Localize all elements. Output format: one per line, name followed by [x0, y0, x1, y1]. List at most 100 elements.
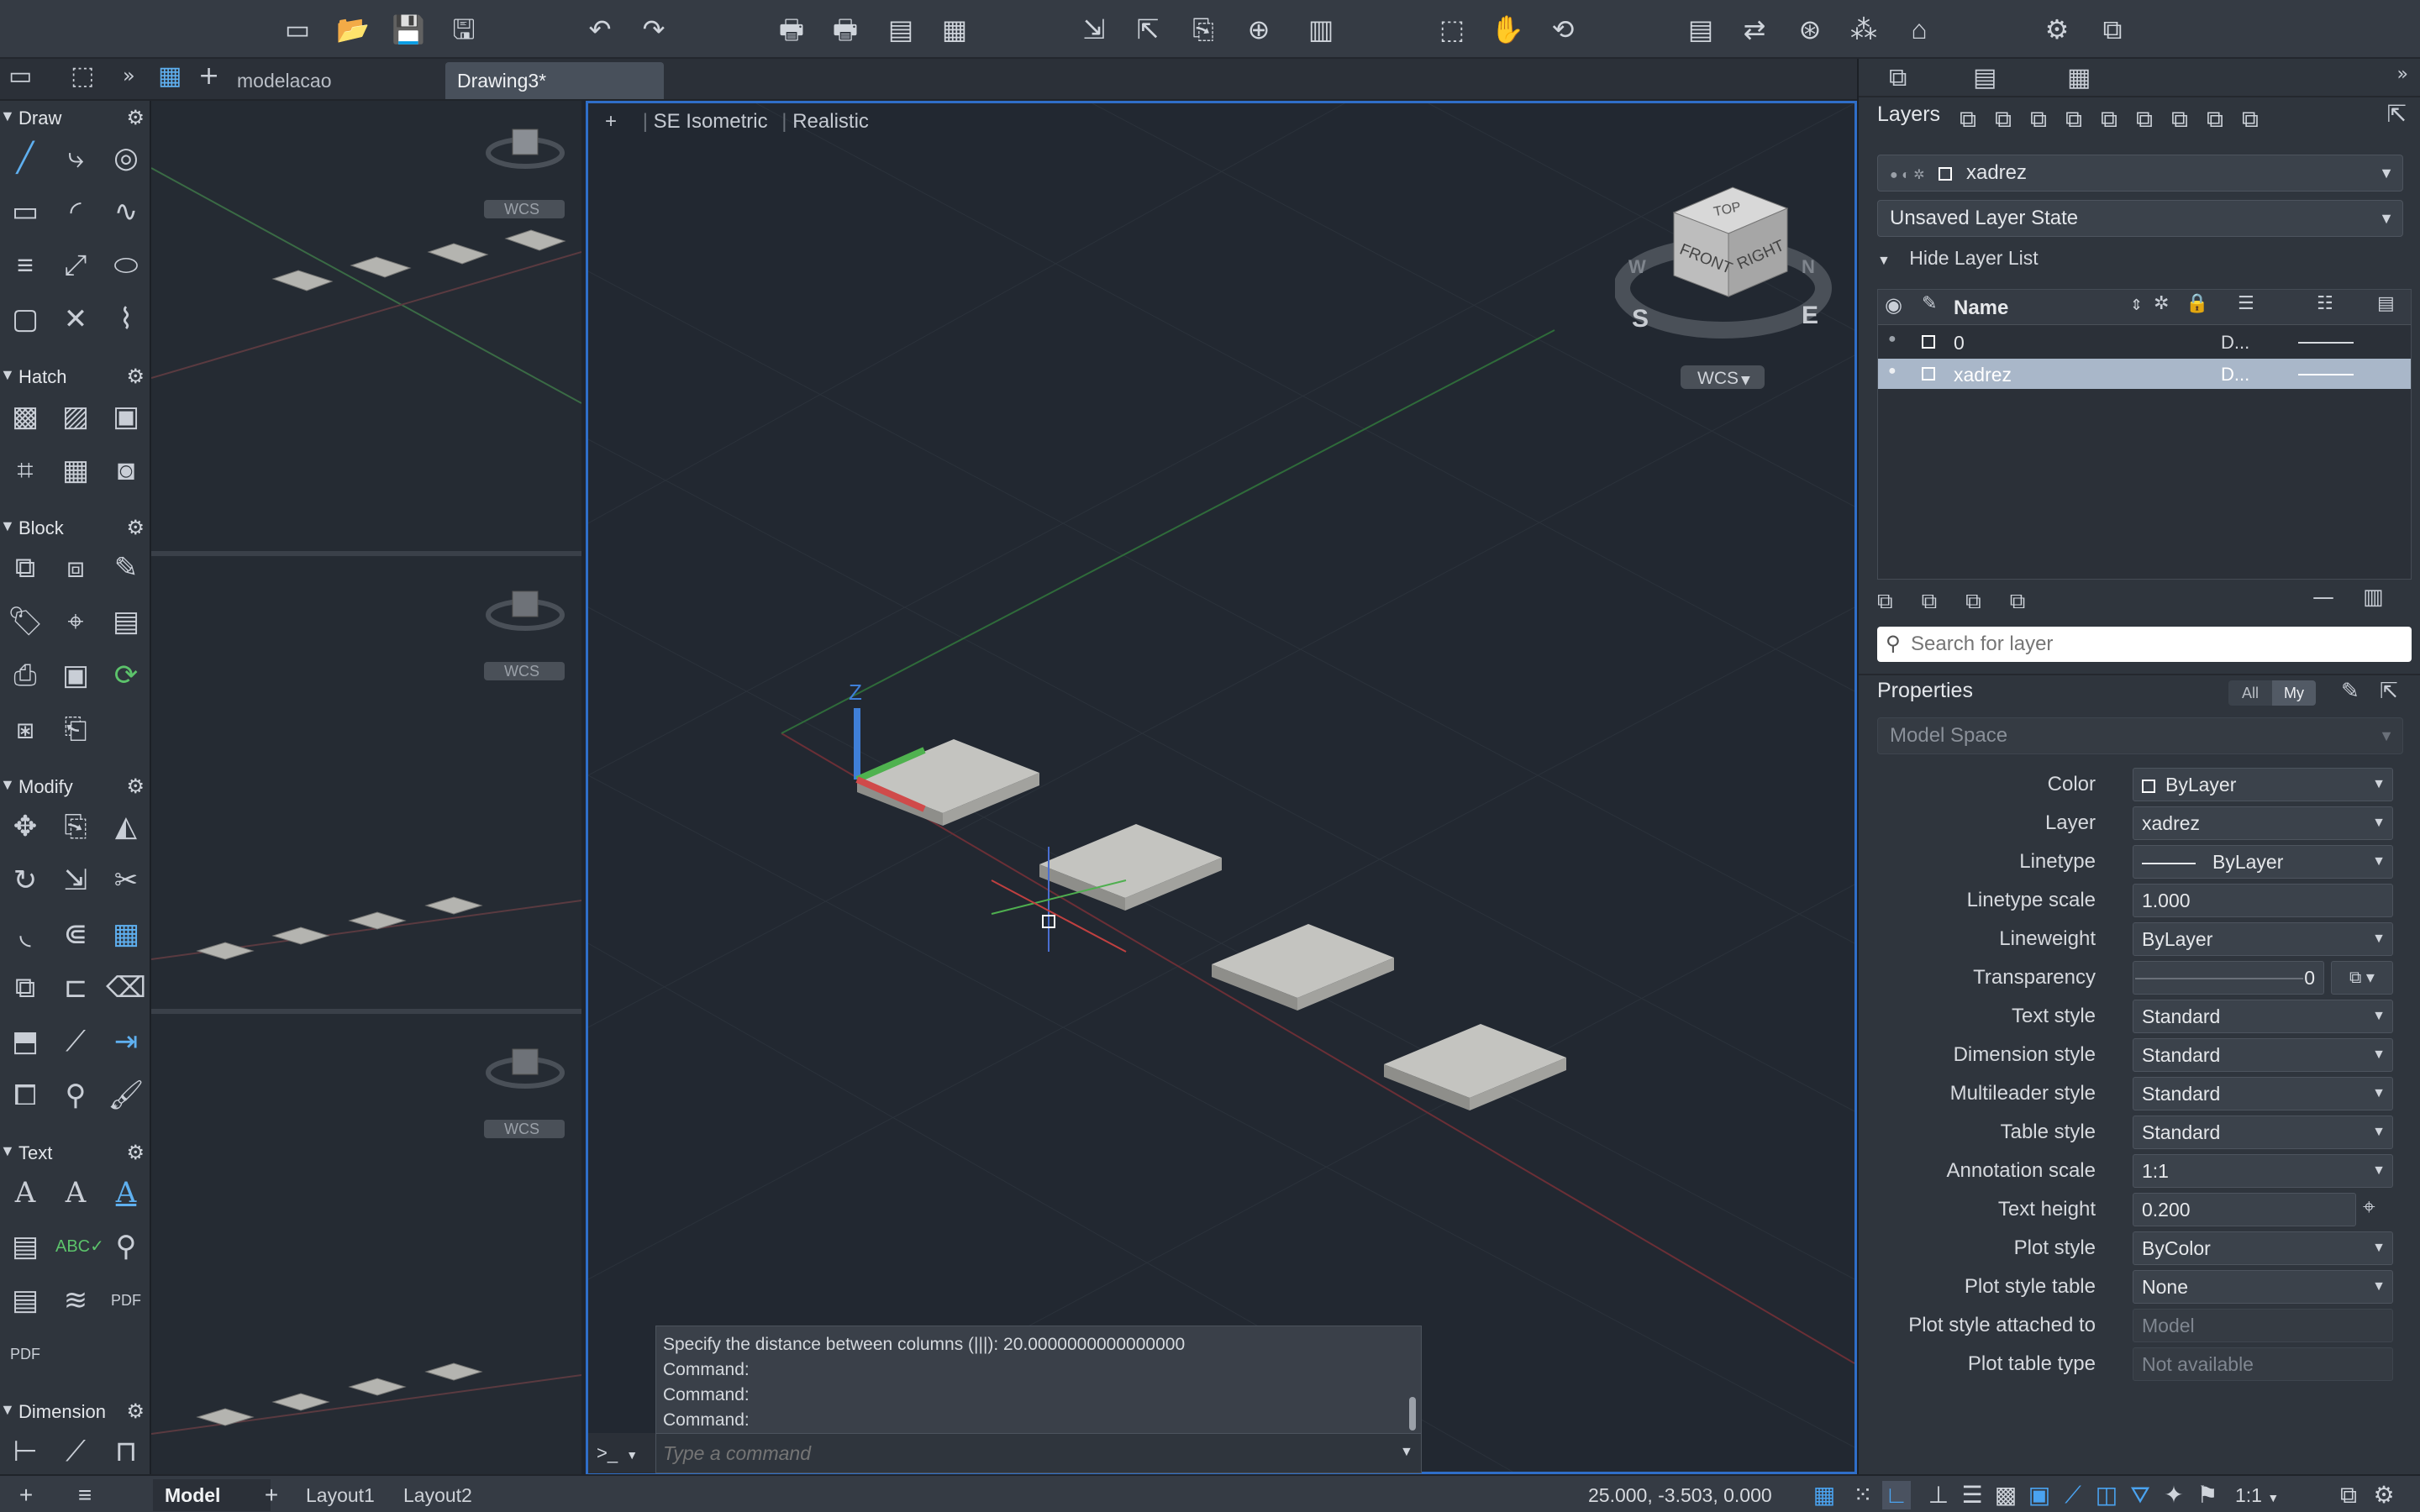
aligned-dimension-icon[interactable]: ⟋ [55, 1431, 96, 1472]
explode-icon[interactable]: ⧠ [5, 1075, 45, 1116]
tab-layout2[interactable]: Layout2 [392, 1479, 484, 1511]
pdf-import-icon[interactable]: PDF [5, 1334, 45, 1374]
save-as-icon[interactable]: 🖫 [444, 12, 484, 47]
region-box-icon[interactable]: ⌗ [5, 450, 45, 491]
columns-icon[interactable]: ▤ [2377, 295, 2395, 313]
purge-icon[interactable]: ⌂ [1899, 12, 1939, 47]
web-icon[interactable]: ⊕ [1239, 12, 1279, 47]
add-layout-icon[interactable]: + [257, 1481, 286, 1509]
column-name[interactable]: Name [1954, 297, 2008, 320]
linetype-column-icon[interactable]: ☰ [2238, 295, 2254, 313]
section-hatch[interactable]: ▼ Hatch ⚙ [0, 363, 151, 391]
publish-icon[interactable]: ▦ [934, 12, 975, 47]
zoom-window-icon[interactable]: ⬚ [1432, 12, 1472, 47]
3d-osnap-icon[interactable]: ✦ [2160, 1481, 2188, 1509]
viewport-top-left[interactable]: WCS [151, 101, 581, 556]
command-prompt-button[interactable]: >_ ▼ [588, 1433, 655, 1473]
line-icon[interactable]: ╱ [5, 138, 45, 178]
xref-icon[interactable]: ⊛ [1790, 12, 1830, 47]
annotation-scale-readout[interactable]: 1:1 ▼ [2235, 1484, 2279, 1507]
properties-tab-icon[interactable]: ▦ [2067, 66, 2091, 91]
brush-icon[interactable]: 🖌 [106, 1075, 146, 1116]
attribute-extract-icon[interactable]: ⎗ [55, 709, 96, 749]
stretch-icon[interactable]: ⇲ [55, 860, 96, 900]
compass-east[interactable]: E [1802, 302, 1818, 329]
layer-tools-icons[interactable]: ⧉⧉⧉⧉⧉⧉⧉⧉⧉ [1960, 106, 2277, 134]
xline-icon[interactable]: ✕ [55, 299, 96, 339]
spline-icon[interactable]: ∿ [106, 192, 146, 232]
text-style-dropdown[interactable]: Standard ▼ [2133, 1000, 2393, 1033]
construction-line-icon[interactable]: ≡ [5, 245, 45, 286]
pdf-text-icon[interactable]: PDF [106, 1280, 146, 1320]
layer-search-input[interactable] [1911, 628, 2407, 660]
polar-icon[interactable]: ⊥ [1924, 1481, 1953, 1509]
lineweight-column-icon[interactable]: ☷ [2317, 295, 2333, 313]
undock-icon[interactable]: ⇱ [2387, 102, 2407, 126]
scale-icon[interactable]: ⬒ [5, 1021, 45, 1062]
gear-icon[interactable]: ⚙ [126, 516, 145, 540]
spell-check-icon[interactable]: ABC✓ [55, 1226, 104, 1267]
color-dropdown[interactable]: ByLayer ▼ [2133, 768, 2393, 801]
join-icon[interactable]: ⇥ [106, 1021, 146, 1062]
selection-cycling-icon[interactable]: ⛛ [2126, 1481, 2154, 1509]
3d-box-icon[interactable]: ⬚ [71, 64, 94, 89]
text-height-input[interactable]: 0.200 [2133, 1193, 2356, 1226]
add-icon[interactable]: + [12, 1481, 40, 1509]
linetype-scale-input[interactable]: 1.000 [2133, 884, 2393, 917]
ellipse-icon[interactable]: ⬭ [106, 245, 146, 286]
linear-dimension-icon[interactable]: ⊢ [5, 1431, 45, 1472]
blocks-tab-icon[interactable]: ▤ [1973, 66, 1996, 91]
ray-icon[interactable]: ⤢ [55, 245, 96, 286]
find-text-icon[interactable]: ⚲ [106, 1226, 146, 1267]
edit-polyline-icon[interactable]: ⚲ [55, 1075, 96, 1116]
ortho-icon[interactable]: ∟ [1882, 1481, 1911, 1509]
compare-icon[interactable]: ⧉ [2092, 12, 2133, 47]
viewcube[interactable]: TOP FRONT RIGHT S E W N WCS ▼ [1615, 162, 1833, 414]
menu-icon[interactable]: ≡ [71, 1481, 99, 1509]
rotate-icon[interactable]: ↻ [5, 860, 45, 900]
hatch-icon[interactable]: ▩ [5, 396, 45, 437]
transparency-display-icon[interactable]: ◫ [2092, 1481, 2121, 1509]
layer-dropdown[interactable]: xadrez ▼ [2133, 806, 2393, 840]
current-layer-dropdown[interactable]: ● ◐ ✲ xadrez ▼ [1877, 155, 2403, 192]
eye-icon[interactable]: ◉ [1885, 295, 1902, 315]
chevron-down-icon[interactable]: ▼ [1400, 1445, 1413, 1460]
array-icon[interactable]: ▦ [106, 914, 146, 954]
layer-row[interactable]: ● 0 D... [1878, 327, 2411, 357]
filter-my-button[interactable]: My [2272, 680, 2316, 706]
arc-icon[interactable]: ◜ [55, 192, 96, 232]
gear-icon[interactable]: ⚙ [126, 1141, 145, 1165]
plot-style-table-dropdown[interactable]: None ▼ [2133, 1270, 2393, 1304]
transparency-slider[interactable]: 0 [2133, 961, 2324, 995]
manage-attributes-icon[interactable]: ▤ [106, 601, 146, 642]
object-snap-tracking-icon[interactable]: ▩ [1991, 1481, 2020, 1509]
chevron-right-icon[interactable]: » [123, 66, 135, 86]
freeze-icon[interactable]: ✲ [2154, 295, 2169, 313]
create-block-icon[interactable]: ⧈ [55, 548, 96, 588]
gear-icon[interactable]: ⚙ [126, 365, 145, 389]
circle-icon[interactable]: ◎ [106, 138, 146, 178]
object-snap-icon[interactable]: ▣ [2025, 1481, 2054, 1509]
align-icon[interactable]: ⊏ [55, 968, 96, 1008]
minus-icon[interactable]: — [2312, 586, 2334, 608]
add-tab-icon[interactable]: + [198, 64, 219, 89]
insert-block-icon[interactable]: ⧉ [5, 548, 45, 588]
viewport-menu-button[interactable]: + [605, 110, 617, 133]
gear-icon[interactable]: ⚙ [126, 774, 145, 799]
tag-icon[interactable]: ⌖ [55, 601, 96, 642]
multiline-text-icon[interactable]: A [5, 1173, 45, 1213]
layer-color-swatch[interactable] [1922, 367, 1935, 381]
open-file-icon[interactable]: 📂 [333, 12, 373, 47]
multileader-style-dropdown[interactable]: Standard ▼ [2133, 1077, 2393, 1110]
section-draw[interactable]: ▼ Draw ⚙ [0, 104, 151, 133]
single-line-text-icon[interactable]: A [55, 1173, 96, 1213]
hide-layer-list-toggle[interactable]: ▼ Hide Layer List [1877, 247, 2039, 270]
plot-icon[interactable]: 🖶 [771, 12, 812, 47]
layer-visibility-icon[interactable]: ● [1888, 364, 1897, 379]
command-input[interactable] [655, 1433, 1422, 1473]
gear-icon[interactable]: ⚙ [126, 106, 145, 130]
orbit-icon[interactable]: ⟲ [1543, 12, 1583, 47]
space-dropdown[interactable]: Model Space ▼ [1877, 717, 2403, 754]
columns-menu-icon[interactable]: ▥ [2363, 586, 2384, 608]
collapse-panel-icon[interactable]: » [2397, 66, 2408, 84]
